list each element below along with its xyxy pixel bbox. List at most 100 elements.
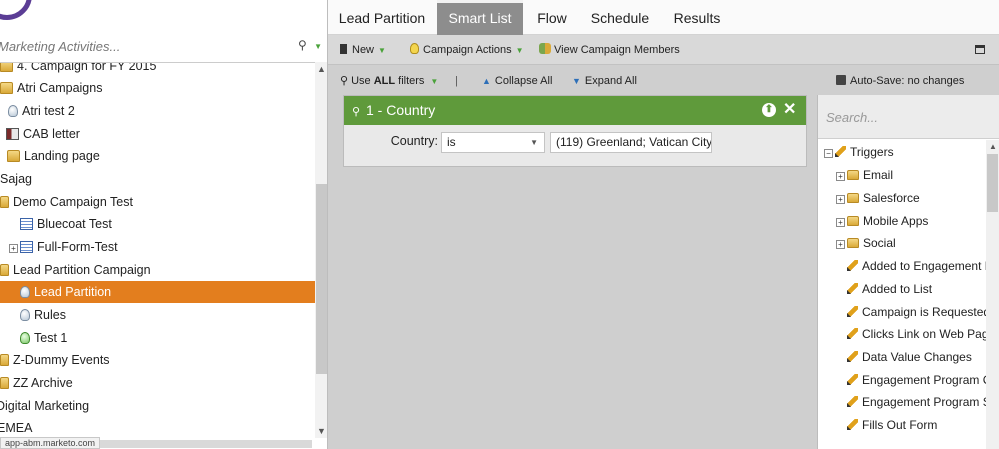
palette-item-social[interactable]: + Social — [836, 232, 896, 254]
move-up-icon[interactable]: ⬆ — [762, 103, 776, 117]
auto-save-label: Auto-Save: no changes — [850, 75, 965, 87]
scroll-down-icon[interactable]: ▼ — [317, 426, 326, 436]
tab-smart-list[interactable]: Smart List — [437, 0, 523, 35]
expand-icon[interactable]: + — [836, 240, 845, 249]
tree-item[interactable]: Rules — [0, 304, 315, 326]
view-campaign-members-button[interactable]: View Campaign Members — [539, 42, 680, 58]
horizontal-scrollbar[interactable] — [92, 440, 312, 448]
tree-scrollbar[interactable]: ▲ ▼ — [315, 62, 327, 438]
palette-item-trigger[interactable]: Fills Out Form — [847, 414, 937, 436]
tree-item-selected[interactable]: Lead Partition — [0, 281, 315, 303]
tab-results[interactable]: Results — [667, 0, 727, 35]
folder-icon — [0, 196, 9, 208]
chevron-down-icon: ▼ — [530, 138, 538, 147]
palette-search-row — [818, 95, 999, 139]
new-label: New — [352, 44, 375, 56]
palette-item-trigger[interactable]: Engagement Program Stream Changes — [847, 391, 986, 413]
tree-item-label: 4. Campaign for FY 2015 — [17, 62, 157, 73]
tree-item[interactable]: CAB letter — [0, 123, 315, 145]
palette-item-trigger[interactable]: Data Value Changes — [847, 346, 972, 368]
palette-search-input[interactable] — [826, 107, 986, 127]
expand-icon[interactable]: + — [836, 195, 845, 204]
email-program-icon — [6, 128, 19, 140]
pencil-icon — [847, 306, 858, 317]
dropdown-arrow-icon: ▼ — [314, 42, 322, 51]
filter-icon: ⚲ — [340, 75, 349, 87]
filter-bar: ⚲ Use ALL filters ▼ | ▲ Collapse All ▼ Expan… — [328, 66, 999, 95]
filter-palette: − Triggers + Email + Salesforce + Mobile App… — [817, 95, 999, 449]
tab-flow[interactable]: Flow — [527, 0, 577, 35]
palette-item-trigger[interactable]: Added to Engagement Program — [847, 255, 986, 277]
tree-item-label: CAB letter — [23, 127, 80, 141]
tree-item[interactable]: Digital Marketing — [0, 395, 311, 417]
tree-item[interactable]: + Full-Form-Test — [0, 236, 315, 258]
tab-schedule[interactable]: Schedule — [585, 0, 655, 35]
close-icon[interactable]: ✕ — [783, 100, 796, 120]
collapse-all-button[interactable]: ▲ Collapse All — [482, 74, 552, 88]
expand-all-button[interactable]: ▼ Expand All — [572, 74, 637, 88]
palette-item-label: Data Value Changes — [862, 350, 972, 364]
save-icon — [836, 75, 846, 85]
tree-search-input[interactable] — [0, 36, 278, 56]
tree-item[interactable]: Bluecoat Test — [0, 213, 315, 235]
tree-item[interactable]: ZZ Archive — [0, 372, 315, 394]
tree-item[interactable]: Demo Campaign Test — [0, 191, 315, 213]
maximize-button[interactable] — [975, 43, 985, 59]
use-suffix: filters — [398, 75, 425, 87]
pencil-icon — [847, 283, 858, 294]
palette-item-label: Triggers — [850, 145, 894, 159]
palette-item-mobile-apps[interactable]: + Mobile Apps — [836, 210, 928, 232]
filter-header[interactable]: ⚲ 1 - Country ⬆ ✕ — [344, 96, 806, 125]
palette-item-trigger[interactable]: Campaign is Requested — [847, 301, 986, 323]
scroll-up-icon[interactable]: ▲ — [989, 142, 997, 151]
tree-item[interactable]: Atri test 2 — [0, 100, 315, 122]
palette-item-trigger[interactable]: Engagement Program Cadence Changes — [847, 369, 986, 391]
palette-item-email[interactable]: + Email — [836, 164, 893, 186]
operator-value: is — [447, 135, 456, 149]
expand-icon[interactable]: + — [836, 218, 845, 227]
tree-item[interactable]: Landing page — [0, 145, 315, 167]
tree-item[interactable]: Sajag — [0, 168, 315, 190]
marketing-activities-tree: 4. Campaign for FY 2015 Atri Campaigns A… — [0, 62, 315, 438]
palette-item-trigger[interactable]: Clicks Link on Web Page — [847, 323, 986, 345]
folder-icon — [0, 82, 13, 94]
filter-icon: ⚲ — [298, 38, 307, 52]
expand-icon[interactable]: + — [9, 244, 18, 253]
campaign-actions-button[interactable]: Campaign Actions ▼ — [410, 42, 524, 58]
filter-value-input[interactable]: (119) Greenland; Vatican City State (Hol… — [550, 132, 712, 153]
pencil-icon — [847, 419, 858, 430]
tree-filter-button[interactable]: ⚲ ▼ — [298, 38, 322, 54]
tree-item-label: ZZ Archive — [13, 376, 73, 390]
palette-item-salesforce[interactable]: + Salesforce — [836, 187, 920, 209]
palette-item-label: Clicks Link on Web Page — [862, 327, 986, 341]
scroll-up-icon[interactable]: ▲ — [317, 64, 326, 74]
tree-item[interactable]: Lead Partition Campaign — [0, 259, 315, 281]
folder-icon — [847, 216, 859, 226]
palette-item-triggers[interactable]: − Triggers — [824, 141, 894, 163]
pencil-icon — [847, 260, 858, 271]
palette-scrollbar[interactable]: ▲ — [986, 140, 999, 449]
palette-item-trigger[interactable]: Added to List — [847, 278, 932, 300]
tab-lead-partition[interactable]: Lead Partition — [328, 0, 436, 35]
tree-item-label: Digital Marketing — [0, 399, 90, 413]
tree-item[interactable]: 4. Campaign for FY 2015 — [0, 62, 315, 77]
tree-item-label: Lead Partition Campaign — [13, 263, 151, 277]
collapse-icon[interactable]: − — [824, 149, 833, 158]
campaign-tabs: Lead Partition Smart List Flow Schedule … — [328, 0, 999, 35]
tree-item[interactable]: EMEA — [0, 417, 312, 438]
filter-operator-select[interactable]: is ▼ — [441, 132, 545, 153]
tree-item[interactable]: Test 1 — [0, 327, 315, 349]
toolbar: New ▼ Campaign Actions ▼ View Campaign Mem… — [328, 35, 999, 65]
filterbar-separator: | — [455, 75, 458, 87]
scrollbar-thumb[interactable] — [987, 154, 998, 212]
tree-item-label: Demo Campaign Test — [13, 195, 133, 209]
dropdown-arrow-icon: ▼ — [378, 46, 386, 55]
view-members-label: View Campaign Members — [554, 44, 680, 56]
use-all-filters-button[interactable]: ⚲ Use ALL filters ▼ — [340, 74, 438, 88]
new-button[interactable]: New ▼ — [340, 42, 386, 58]
expand-icon[interactable]: + — [836, 172, 845, 181]
scrollbar-thumb[interactable] — [316, 184, 327, 374]
tree-item[interactable]: Atri Campaigns — [0, 77, 315, 99]
tree-item[interactable]: Z-Dummy Events — [0, 349, 315, 371]
palette-item-label: Social — [863, 236, 896, 250]
